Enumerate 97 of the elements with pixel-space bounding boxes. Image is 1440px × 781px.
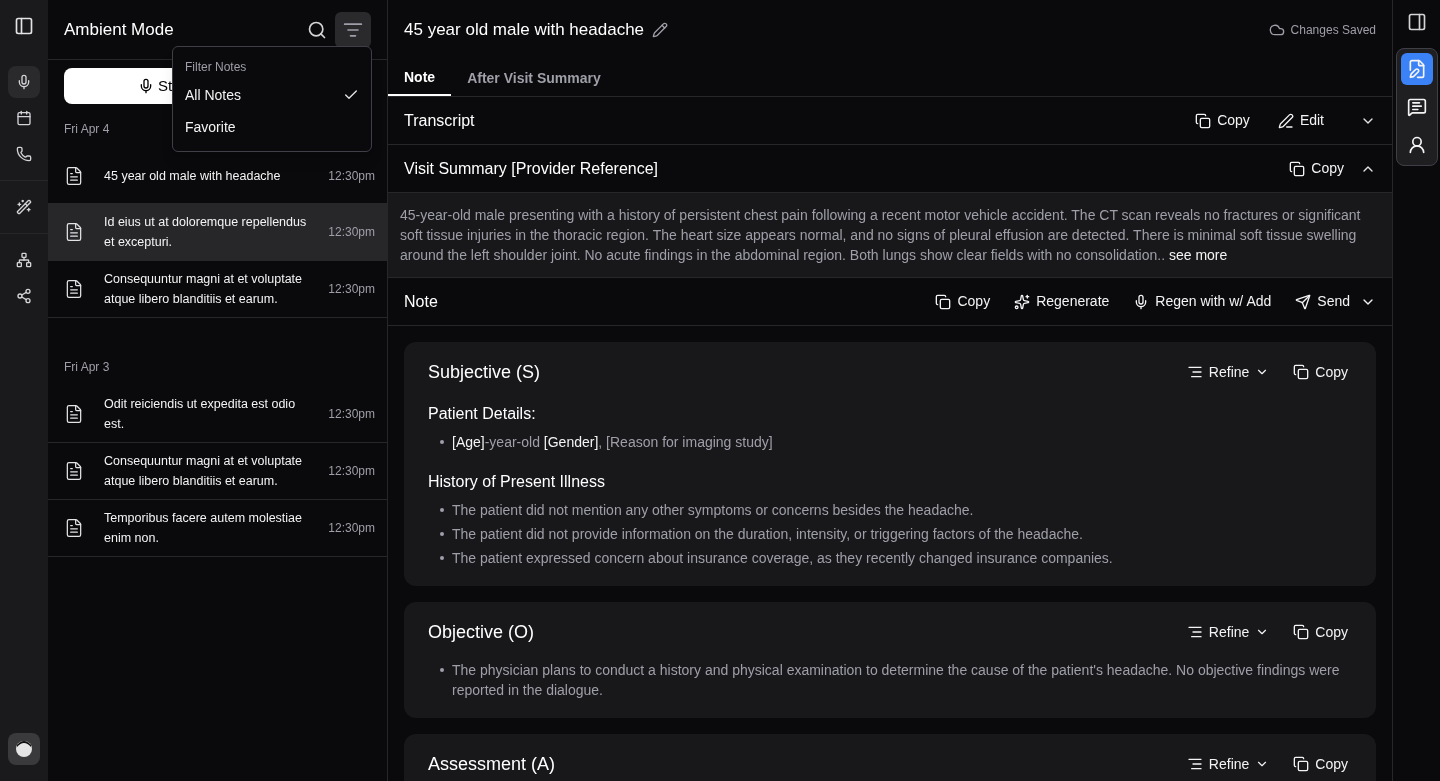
microphone-icon — [138, 78, 154, 94]
hierarchy-icon — [16, 252, 32, 268]
see-more-link[interactable]: see more — [1168, 247, 1228, 263]
section-title: Transcript — [404, 110, 475, 131]
bullet-text: [Age]-year-old [Gender], [Reason for imaging study] — [452, 433, 773, 452]
copy-icon — [1289, 160, 1306, 177]
note-title: Id eius ut at doloremque repellendus et excepturi. — [104, 214, 308, 251]
note-title: Consequuntur magni at et voluptate atque libero blanditiis et earum. — [104, 271, 304, 308]
save-status: Changes Saved — [1290, 22, 1376, 38]
bullet-icon — [440, 508, 444, 512]
copy-button[interactable]: Copy — [1191, 110, 1254, 131]
bullet-icon — [440, 532, 444, 536]
date-heading: Fri Apr 3 — [64, 360, 110, 374]
note-time: 12:30pm — [328, 406, 375, 422]
document-icon — [64, 222, 84, 242]
bullet-icon — [440, 668, 444, 672]
bullet-text: The physician plans to conduct a history and physical examination to determine the cause of the patient's headache. No objective findings were reported in the dialogue. — [452, 661, 1341, 700]
text-lines-icon — [1186, 756, 1203, 772]
refine-button[interactable]: Refine — [1186, 753, 1270, 775]
magic-wand-icon — [16, 199, 32, 215]
note-item[interactable]: Temporibus facere autem molestiae enim non. 12:30pm — [48, 500, 387, 557]
copy-icon — [1195, 112, 1212, 129]
section-title: Visit Summary [Provider Reference] — [404, 158, 658, 179]
note-item[interactable]: Odit reiciendis ut expedita est odio est. 12:30pm — [48, 386, 387, 443]
note-heading: 45 year old male with headache — [404, 19, 645, 42]
section-title: Note — [404, 291, 438, 312]
search-icon[interactable] — [307, 19, 327, 40]
avatar-button[interactable] — [8, 733, 40, 765]
text-lines-icon — [1186, 624, 1203, 640]
summary-paragraph: 45-year-old male presenting with a history of persistent chest pain following a recent motor vehicle accident. The CT scan reveals no fractures or significant soft tissue injuries in the thoracic region. The heart size appears normal, and no signs of pleural effusion are detected. There is minimal soft tissue swelling around the left shoulder joint. No acute findings in the abdominal region. Both lungs show clear fields with no consolidation.. see more — [400, 206, 1362, 265]
block-heading: History of Present Illness — [428, 472, 606, 492]
menu-item[interactable]: Favorite — [173, 111, 371, 143]
bullet-text: The patient did not provide information on the duration, intensity, or triggering factors of the headache. — [452, 525, 1083, 544]
sparkle-icon — [1014, 293, 1031, 310]
edit-icon[interactable] — [652, 22, 669, 38]
tab[interactable]: After Visit Summary — [451, 60, 617, 96]
note-time: 12:30pm — [328, 463, 375, 479]
copy-icon — [1293, 624, 1310, 640]
note-time: 12:30pm — [328, 224, 375, 240]
note-action-button[interactable]: Copy — [935, 291, 991, 312]
rail-button[interactable] — [8, 66, 40, 98]
menu-heading: Filter Notes — [184, 59, 248, 76]
bullet-icon — [440, 440, 444, 444]
note-item[interactable]: Consequuntur magni at et voluptate atque libero blanditiis et earum. 12:30pm — [48, 261, 387, 318]
note-action-button[interactable]: Regenerate — [1014, 291, 1110, 312]
bullet-icon — [440, 556, 444, 560]
copy-button[interactable]: Copy — [1289, 753, 1352, 775]
note-title: 45 year old male with headache — [104, 167, 282, 185]
person-icon — [1406, 135, 1427, 155]
menu-item[interactable]: All Notes — [173, 79, 371, 111]
note-time: 12:30pm — [328, 520, 375, 536]
section-title: Subjective (S) — [428, 361, 541, 384]
note-time: 12:30pm — [328, 281, 375, 297]
note-action-button[interactable]: Regen with w/ Add — [1133, 291, 1272, 312]
copy-icon — [1293, 364, 1310, 380]
document-icon — [64, 518, 84, 538]
avatar-icon[interactable] — [14, 739, 34, 759]
pen-icon — [1277, 112, 1294, 129]
calendar-icon — [16, 110, 32, 126]
edit-button[interactable]: Edit — [1273, 110, 1328, 131]
panel-toggle-icon[interactable] — [1406, 12, 1427, 32]
bullet-text: The patient expressed concern about insurance coverage, as they recently changed insurance companies. — [452, 549, 1113, 568]
copy-button[interactable]: Copy — [1289, 361, 1352, 383]
date-heading: Fri Apr 4 — [64, 122, 110, 136]
note-title: Temporibus facere autem molestiae enim non. — [104, 510, 303, 547]
document-icon — [64, 279, 84, 299]
phone-icon — [16, 146, 32, 162]
refine-button[interactable]: Refine — [1186, 621, 1270, 643]
note-title: Consequuntur magni at et voluptate atque libero blanditiis et earum. — [104, 453, 304, 490]
note-time: 12:30pm — [328, 167, 375, 184]
copy-button[interactable]: Copy — [1289, 621, 1352, 643]
section-title: Objective (O) — [428, 621, 535, 644]
document-icon — [64, 461, 84, 481]
send-icon — [1295, 293, 1312, 310]
note-item[interactable]: Id eius ut at doloremque repellendus et excepturi. 12:30pm — [48, 204, 387, 261]
copy-button[interactable]: Copy — [1285, 158, 1348, 179]
sidebar-toggle-icon[interactable] — [14, 16, 34, 36]
section-title: Assessment (A) — [428, 753, 556, 776]
filter-button[interactable] — [335, 11, 371, 48]
note-title: Odit reiciendis ut expedita est odio est. — [104, 396, 297, 433]
microphone-icon — [16, 74, 32, 90]
document-icon — [64, 404, 84, 424]
copy-icon — [935, 293, 952, 310]
document-icon — [64, 165, 84, 186]
cloud-icon — [1268, 22, 1285, 38]
note-item[interactable]: Consequuntur magni at et voluptate atque libero blanditiis et earum. 12:30pm — [48, 443, 387, 500]
copy-icon — [1293, 756, 1310, 772]
note-action-button[interactable]: Send — [1295, 291, 1376, 312]
text-lines-icon — [1186, 364, 1203, 380]
tool-button[interactable] — [1400, 53, 1433, 85]
refine-button[interactable]: Refine — [1186, 361, 1270, 383]
bullet-text: The patient did not mention any other symptoms or concerns besides the headache. — [452, 501, 974, 520]
panel-title: Ambient Mode — [64, 18, 174, 41]
message-icon — [1406, 97, 1427, 117]
tab[interactable]: Note — [388, 60, 452, 96]
share-icon — [16, 288, 32, 304]
block-heading: Patient Details: — [428, 404, 537, 424]
